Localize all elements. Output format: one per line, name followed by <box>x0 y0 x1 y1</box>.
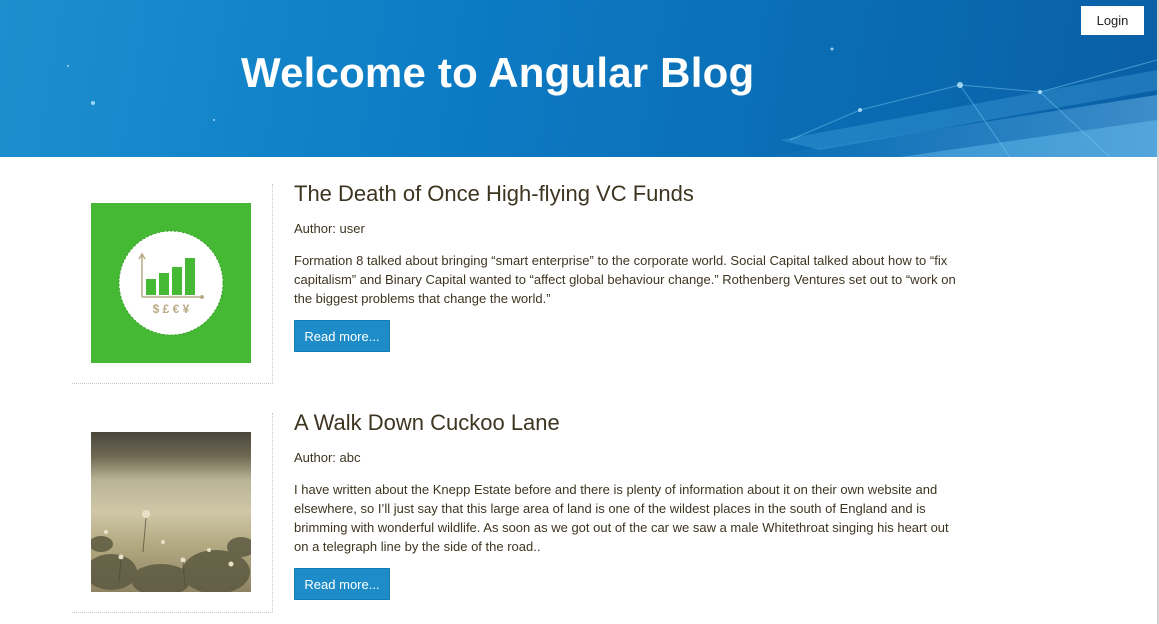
post-thumbnail-meadow[interactable] <box>91 432 251 592</box>
post-thumbnail-finance-chart[interactable]: $ £ € ¥ <box>91 203 251 363</box>
login-button[interactable]: Login <box>1081 6 1144 35</box>
read-more-button[interactable]: Read more... <box>294 320 390 352</box>
header-banner: Welcome to Angular Blog Login <box>0 0 1157 157</box>
post-title[interactable]: A Walk Down Cuckoo Lane <box>294 410 560 436</box>
read-more-button[interactable]: Read more... <box>294 568 390 600</box>
post-author: Author: user <box>294 221 365 236</box>
post-excerpt: Formation 8 talked about bringing “smart… <box>294 253 956 306</box>
post-author: Author: abc <box>294 450 361 465</box>
currency-symbols: $ £ € ¥ <box>153 302 190 316</box>
meadow-photo <box>91 432 251 592</box>
page-title: Welcome to Angular Blog <box>241 49 755 96</box>
post-title[interactable]: The Death of Once High-flying VC Funds <box>294 181 694 207</box>
finance-chart-icon: $ £ € ¥ <box>118 230 224 336</box>
post-excerpt: I have written about the Knepp Estate be… <box>294 482 949 554</box>
